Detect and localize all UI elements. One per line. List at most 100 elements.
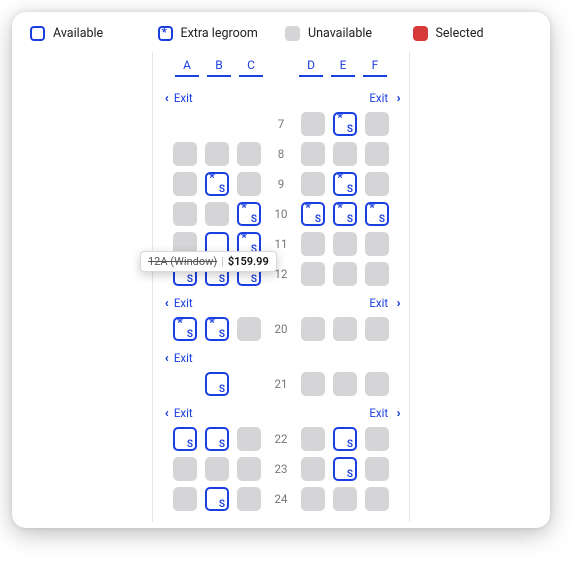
seat: [173, 172, 197, 196]
seat[interactable]: [205, 372, 229, 396]
seat: [365, 172, 389, 196]
seat: [205, 202, 229, 226]
seat-row: 24: [165, 487, 397, 511]
seat: [333, 232, 357, 256]
row-number: 24: [269, 492, 293, 506]
col-head-f: F: [363, 58, 387, 77]
exit-right-label: Exit: [369, 406, 388, 420]
exit-row: ‹‹ Exit Exit ››: [165, 87, 397, 106]
col-head-e: E: [331, 58, 355, 77]
seat: [365, 317, 389, 341]
seat[interactable]: [173, 427, 197, 451]
seat[interactable]: [333, 172, 357, 196]
seat: [301, 317, 325, 341]
cabin-wall-left: [152, 52, 153, 522]
swatch-unavailable-icon: [285, 26, 300, 41]
exit-left-label: Exit: [174, 351, 193, 365]
seat: [301, 372, 325, 396]
exit-left-label: Exit: [174, 91, 193, 105]
seat: [365, 232, 389, 256]
rows: ‹‹ Exit Exit ›› 7 8 9 10 11 12 ‹‹ Exit E…: [165, 87, 397, 511]
seat: [365, 112, 389, 136]
legend: Available Extra legroom Unavailable Sele…: [12, 12, 550, 52]
seat-map-main: A B C D E F ‹‹ Exit Exit ›› 7 8 9 10: [12, 52, 550, 522]
seat-row: 7: [165, 112, 397, 136]
seat-row: 22: [165, 427, 397, 451]
seat: [365, 262, 389, 286]
cabin: A B C D E F ‹‹ Exit Exit ›› 7 8 9 10: [165, 58, 397, 522]
seat-row: 21: [165, 372, 397, 396]
swatch-available-icon: [30, 26, 45, 41]
seat: [237, 172, 261, 196]
legend-available-label: Available: [53, 26, 103, 41]
row-number: 7: [269, 117, 293, 131]
seat: [205, 457, 229, 481]
seat: [301, 172, 325, 196]
seat: [301, 427, 325, 451]
swatch-selected-icon: [413, 26, 428, 41]
seat: [333, 317, 357, 341]
col-head-d: D: [299, 58, 323, 77]
seat-row: 23: [165, 457, 397, 481]
seat[interactable]: [301, 202, 325, 226]
row-number: 8: [269, 147, 293, 161]
seat: [237, 427, 261, 451]
seat[interactable]: [333, 202, 357, 226]
row-number: 20: [269, 322, 293, 336]
exit-left-label: Exit: [174, 406, 193, 420]
seat: [365, 427, 389, 451]
exit-right-label: Exit: [369, 296, 388, 310]
seat: [237, 142, 261, 166]
exit-row: ‹‹ Exit Exit ››: [165, 292, 397, 311]
seat: [301, 262, 325, 286]
seat: [365, 142, 389, 166]
seat: [301, 232, 325, 256]
legend-selected: Selected: [413, 26, 533, 41]
cabin-wall-right: [409, 52, 410, 522]
legend-unavailable: Unavailable: [285, 26, 405, 41]
seat-row: 9: [165, 172, 397, 196]
col-head-a: A: [175, 58, 199, 77]
seat[interactable]: [205, 317, 229, 341]
row-number: 9: [269, 177, 293, 191]
row-number: 23: [269, 462, 293, 476]
row-number: 11: [269, 237, 293, 251]
seat: [333, 262, 357, 286]
swatch-legroom-icon: [158, 26, 173, 41]
exit-right-label: Exit: [369, 91, 388, 105]
seat: [333, 487, 357, 511]
seat: [333, 372, 357, 396]
seat[interactable]: [205, 172, 229, 196]
col-head-b: B: [207, 58, 231, 77]
seat[interactable]: [237, 202, 261, 226]
seat[interactable]: [205, 427, 229, 451]
seat: [301, 142, 325, 166]
seat: [301, 112, 325, 136]
seat[interactable]: [173, 317, 197, 341]
column-headers: A B C D E F: [165, 58, 397, 77]
seat[interactable]: [333, 457, 357, 481]
seat: [301, 487, 325, 511]
seat[interactable]: [333, 427, 357, 451]
seat: [365, 372, 389, 396]
seat: [365, 457, 389, 481]
seat-row: 10: [165, 202, 397, 226]
row-number: 10: [269, 207, 293, 221]
tooltip-seat-label: 12A (Window): [148, 255, 217, 268]
seat: [237, 317, 261, 341]
col-head-c: C: [239, 58, 263, 77]
exit-left-label: Exit: [174, 296, 193, 310]
seat[interactable]: [333, 112, 357, 136]
exit-row: ‹‹ Exit Exit ››: [165, 402, 397, 421]
seat[interactable]: [365, 202, 389, 226]
seat-tooltip: 12A (Window) | $159.99: [140, 251, 277, 272]
tooltip-separator: |: [221, 255, 224, 268]
legend-legroom-label: Extra legroom: [181, 26, 258, 41]
seat: [301, 457, 325, 481]
seat: [365, 487, 389, 511]
legend-legroom: Extra legroom: [158, 26, 278, 41]
tooltip-price: $159.99: [228, 255, 269, 268]
seat-row: 20: [165, 317, 397, 341]
seat[interactable]: [205, 487, 229, 511]
seat: [173, 457, 197, 481]
